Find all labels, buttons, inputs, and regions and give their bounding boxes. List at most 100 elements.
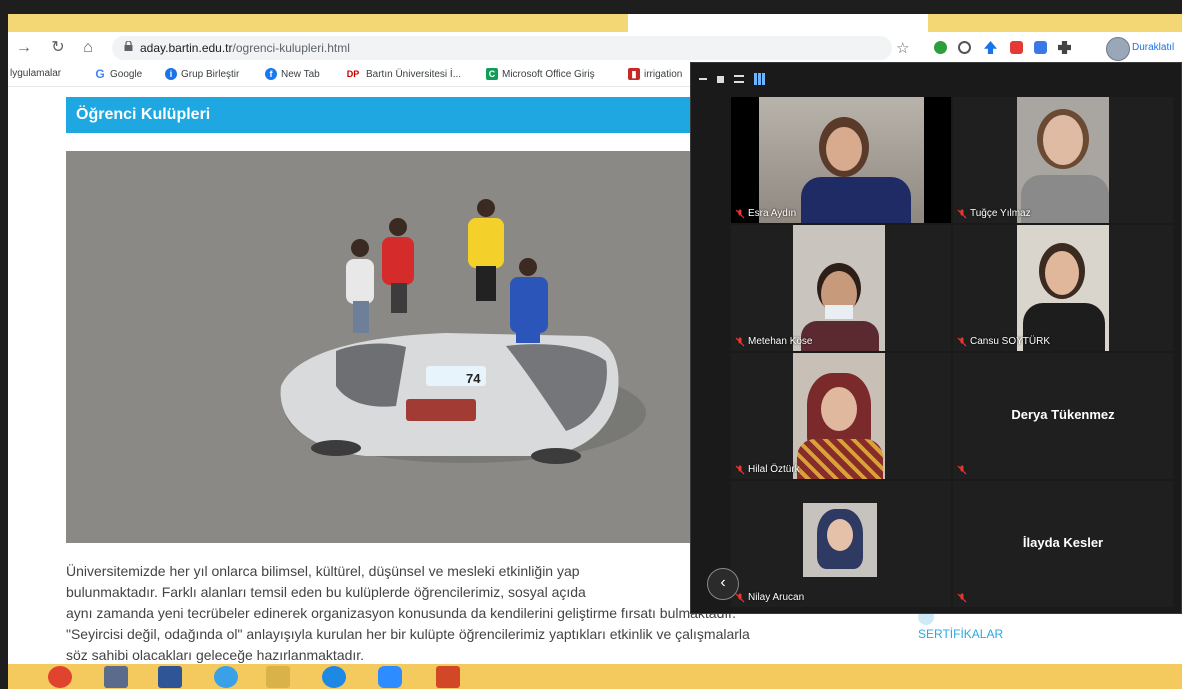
participant-name: Tuğçe Yılmaz [970, 208, 1031, 219]
browser-toolbar: → ↻ ⌂ aday.bartin.edu.tr/ogrenci-kuluple… [8, 32, 1182, 64]
forward-icon[interactable]: → [14, 38, 34, 58]
office-icon: C [486, 68, 498, 80]
extensions-puzzle-icon[interactable] [1058, 41, 1071, 54]
race-car-image: 74 [280, 333, 646, 464]
zoom-taskbar-icon[interactable] [378, 666, 402, 688]
mic-muted-icon [957, 593, 967, 603]
lock-icon [124, 41, 133, 51]
extension-red-icon[interactable] [1010, 41, 1023, 54]
participant-label: Metehan Köse [735, 336, 813, 347]
mic-muted-icon [735, 337, 745, 347]
participant-tile[interactable]: Esra Aydın [731, 97, 951, 223]
url-path: /ogrenci-kulupleri.html [232, 41, 350, 55]
mic-muted-icon [957, 337, 967, 347]
minimize-icon[interactable] [699, 78, 707, 80]
bookmark-label: irrigation [644, 68, 683, 80]
bookmark-apps[interactable]: lygulamalar [10, 68, 61, 79]
browser-taskbar-icon[interactable] [322, 666, 346, 688]
bookmark-label: Bartın Üniversitesi İ... [366, 68, 462, 80]
paragraph-line: söz sahibi olacakları geleceğe hazırlanm… [66, 647, 365, 663]
car-number: 74 [466, 371, 481, 386]
participant-label: Cansu SOYTÜRK [957, 336, 1050, 347]
participant-tile[interactable]: Nilay Arucan [731, 481, 951, 607]
circle-icon: i [165, 68, 177, 80]
bookmark-irrigation[interactable]: ▮ irrigation [628, 68, 682, 80]
bookmark-new-tab[interactable]: f New Tab [265, 68, 320, 80]
word-taskbar-icon[interactable] [158, 666, 182, 688]
participant-label: Hilal Öztürk [735, 464, 800, 475]
mic-muted-icon [735, 593, 745, 603]
google-icon: G [95, 67, 105, 81]
participant-label: Tuğçe Yılmaz [957, 208, 1031, 219]
bookmark-star-icon[interactable]: ☆ [896, 39, 909, 57]
section-header: Öğrenci Kulüpleri [66, 97, 706, 133]
home-icon[interactable]: ⌂ [78, 38, 98, 58]
participant-label: Esra Aydın [735, 208, 796, 219]
participant-video [1017, 225, 1109, 351]
chevron-left-icon: ‹ [720, 574, 726, 591]
participant-tile[interactable]: Metehan Köse [731, 225, 951, 351]
meeting-view-controls [699, 71, 766, 87]
extension-circle-icon[interactable] [958, 41, 971, 54]
participant-name: Hilal Öztürk [748, 464, 800, 475]
participant-label: Nilay Arucan [735, 592, 804, 603]
url-text: aday.bartin.edu.tr/ogrenci-kulupleri.htm… [140, 41, 350, 55]
video-call-window: Esra Aydın Tuğçe Yılmaz Metehan Köse Can… [690, 62, 1182, 614]
participant-name: Nilay Arucan [748, 592, 805, 603]
participant-tile[interactable]: Derya Tükenmez [953, 353, 1173, 479]
participant-name: Metehan Köse [748, 336, 813, 347]
profile-avatar[interactable] [1106, 37, 1130, 61]
address-bar[interactable]: aday.bartin.edu.tr/ogrenci-kulupleri.htm… [112, 36, 892, 60]
extension-arrow-icon[interactable] [984, 41, 997, 54]
profile-label[interactable]: Duraklatıl [1132, 42, 1174, 53]
chrome-taskbar-icon[interactable] [48, 666, 72, 688]
gallery-view-icon[interactable] [754, 73, 766, 85]
participant-video [793, 353, 885, 479]
paragraph-line: "Seyircisi değil, odağında ol" anlayışıy… [66, 626, 750, 642]
participant-video [731, 97, 951, 223]
bookmark-office[interactable]: C Microsoft Office Giriş [486, 68, 595, 80]
powerpoint-taskbar-icon[interactable] [436, 666, 460, 688]
mic-muted-icon [957, 465, 967, 475]
participant-name-large: İlayda Kesler [1022, 535, 1104, 550]
participant-video [793, 225, 885, 351]
bookmark-label: lygulamalar [10, 68, 62, 79]
windows-taskbar [8, 664, 1182, 689]
participant-video [1017, 97, 1109, 223]
sidebar-certificates-link[interactable]: SERTİFİKALAR [918, 627, 1003, 641]
participant-label [957, 465, 967, 475]
mic-muted-icon [735, 465, 745, 475]
participant-name-large: Derya Tükenmez [1011, 407, 1115, 422]
bookmark-grup-birlestir[interactable]: i Grup Birleştir [165, 68, 239, 80]
explorer-taskbar-icon[interactable] [104, 666, 128, 688]
previous-page-button[interactable]: ‹ [707, 568, 739, 600]
url-host: aday.bartin.edu.tr [140, 41, 233, 55]
participant-tile[interactable]: Hilal Öztürk [731, 353, 951, 479]
mic-muted-icon [957, 209, 967, 219]
extension-translate-icon[interactable] [1034, 41, 1047, 54]
reload-icon[interactable]: ↻ [48, 38, 68, 58]
folder-taskbar-icon[interactable] [266, 666, 290, 688]
book-icon: ▮ [628, 68, 640, 80]
participant-video [803, 503, 877, 577]
mic-muted-icon [735, 209, 745, 219]
participant-label [957, 593, 967, 603]
bookmark-label: New Tab [281, 68, 320, 80]
participant-tile[interactable]: İlayda Kesler [953, 481, 1173, 607]
tab-strip [8, 14, 1182, 32]
participant-tile[interactable]: Tuğçe Yılmaz [953, 97, 1173, 223]
bookmark-google[interactable]: G Google [94, 68, 142, 80]
list-view-icon[interactable] [734, 75, 744, 83]
participant-tile[interactable]: Cansu SOYTÜRK [953, 225, 1173, 351]
participant-name: Esra Aydın [748, 208, 797, 219]
active-tab[interactable] [628, 14, 928, 32]
edge-taskbar-icon[interactable] [214, 666, 238, 688]
facebook-icon: f [265, 68, 277, 80]
participant-name: Cansu SOYTÜRK [970, 336, 1051, 347]
dp-icon: DP [346, 69, 360, 79]
extension-green-icon[interactable] [934, 41, 947, 54]
bookmark-bartin[interactable]: DP Bartın Üniversitesi İ... [344, 68, 461, 80]
club-photo: 74 [66, 151, 696, 543]
page-title: Öğrenci Kulüpleri [76, 106, 211, 123]
stop-icon[interactable] [717, 75, 724, 83]
